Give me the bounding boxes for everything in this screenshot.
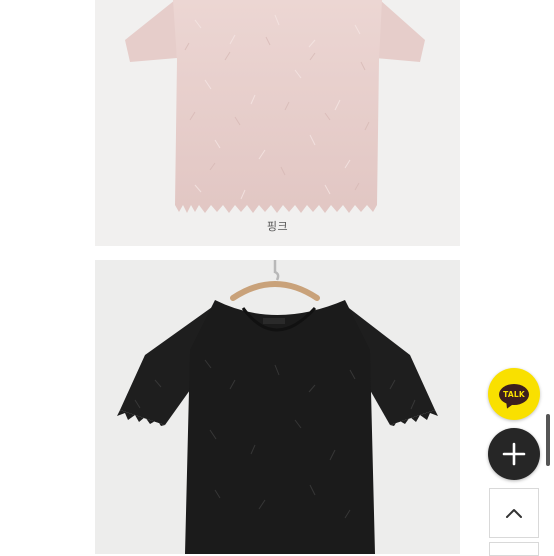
black-blouse-image (117, 260, 438, 554)
pink-blouse-image (125, 0, 425, 213)
talk-bubble-icon: TALK (499, 383, 529, 405)
scroll-to-top-button[interactable] (489, 488, 539, 538)
product-photo-pink: 핑크 (95, 0, 460, 246)
color-label-pink: 핑크 (266, 220, 289, 233)
product-photo-black (95, 260, 460, 554)
add-button[interactable] (488, 428, 540, 480)
kakao-talk-button[interactable]: TALK (488, 368, 540, 420)
chevron-up-icon (506, 509, 522, 518)
scrollbar-thumb[interactable] (546, 414, 550, 466)
plus-icon (502, 442, 526, 466)
talk-label: TALK (503, 389, 525, 399)
